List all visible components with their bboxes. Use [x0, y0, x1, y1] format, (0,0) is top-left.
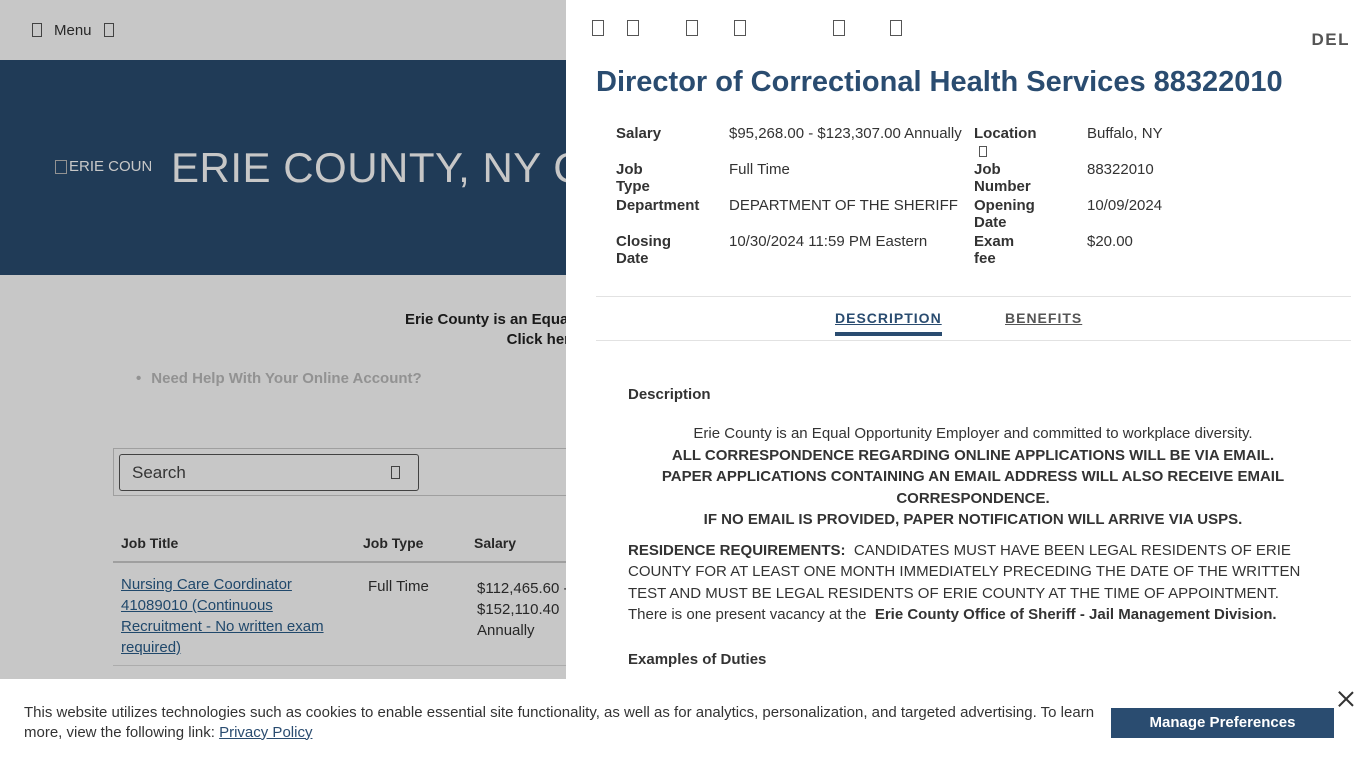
- job-detail-panel: DEL Director of Correctional Health Serv…: [566, 0, 1366, 768]
- closing-date-label: Closing Date: [616, 233, 671, 267]
- job-type-value: Full Time: [729, 161, 790, 178]
- location-value: Buffalo, NY: [1087, 125, 1163, 142]
- location-label: Location: [974, 125, 1037, 159]
- eeo-statement: Erie County is an Equal Opportunity Empl…: [628, 423, 1318, 531]
- opening-date-value: 10/09/2024: [1087, 197, 1163, 214]
- vacancy-division: Erie County Office of Sheriff - Jail Man…: [874, 606, 1277, 623]
- close-icon[interactable]: [1336, 689, 1356, 709]
- closing-date-value: 10/30/2024 11:59 PM Eastern: [729, 233, 928, 250]
- privacy-policy-link[interactable]: Privacy Policy: [219, 724, 312, 741]
- salary-label: Salary: [616, 125, 662, 142]
- job-title: Director of Correctional Health Services…: [596, 66, 1283, 98]
- delete-button[interactable]: DEL: [1312, 30, 1351, 50]
- residence-label: RESIDENCE REQUIREMENTS:: [628, 541, 846, 559]
- map-marker-icon[interactable]: [979, 145, 987, 157]
- email-notice: ALL CORRESPONDENCE REGARDING ONLINE APPL…: [671, 446, 1275, 464]
- exam-fee-value: $20.00: [1087, 233, 1133, 250]
- share-icon[interactable]: [686, 20, 698, 36]
- department-value: DEPARTMENT OF THE SHERIFF: [729, 197, 958, 214]
- opening-date-label: Opening Date: [974, 197, 1035, 231]
- manage-preferences-button[interactable]: Manage Preferences: [1111, 708, 1334, 738]
- job-type-label: Job Type: [616, 161, 650, 195]
- eeo-line: Erie County is an Equal Opportunity Empl…: [693, 425, 1253, 442]
- paper-notice: PAPER APPLICATIONS CONTAINING AN EMAIL A…: [661, 468, 1285, 507]
- email-icon[interactable]: [734, 20, 746, 36]
- vacancy-text: There is one present vacancy at the: [628, 606, 867, 623]
- back-icon[interactable]: [592, 20, 604, 36]
- divider: [596, 296, 1351, 297]
- tab-description[interactable]: DESCRIPTION: [835, 310, 942, 336]
- cookie-text: This website utilizes technologies such …: [24, 704, 1095, 741]
- tab-benefits[interactable]: BENEFITS: [1005, 310, 1082, 336]
- department-label: Department: [616, 197, 700, 214]
- duties-heading: Examples of Duties: [628, 650, 767, 668]
- print-icon[interactable]: [627, 20, 639, 36]
- bookmark-icon[interactable]: [833, 20, 845, 36]
- exam-fee-label: Exam fee: [974, 233, 1015, 267]
- tab-bar: DESCRIPTION BENEFITS: [596, 300, 1351, 341]
- job-number-value: 88322010: [1087, 161, 1154, 178]
- description-heading: Description: [628, 386, 711, 403]
- usps-notice: IF NO EMAIL IS PROVIDED, PAPER NOTIFICAT…: [703, 511, 1243, 528]
- link-icon[interactable]: [890, 20, 902, 36]
- cookie-banner: This website utilizes technologies such …: [0, 679, 1366, 768]
- residence-requirements: RESIDENCE REQUIREMENTS: CANDIDATES MUST …: [628, 540, 1318, 626]
- description-section: Description Erie County is an Equal Oppo…: [628, 386, 1318, 688]
- salary-value: $95,268.00 - $123,307.00 Annually: [729, 125, 962, 142]
- job-number-label: Job Number: [974, 161, 1031, 195]
